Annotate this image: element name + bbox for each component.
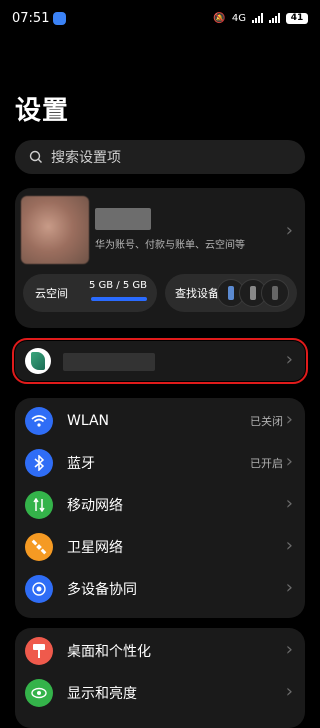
chevron-right-icon: › xyxy=(285,639,293,660)
search-input[interactable]: 搜索设置项 xyxy=(15,140,305,174)
mute-icon: 🔕 xyxy=(213,12,226,24)
cloud-label: 云空间 xyxy=(35,287,68,300)
app-shortcut-row[interactable]: › xyxy=(12,338,308,384)
avatar[interactable] xyxy=(21,196,89,264)
chevron-right-icon: › xyxy=(285,681,293,702)
settings-item-display[interactable]: 显示和亮度 › xyxy=(15,672,305,714)
page-title: 设置 xyxy=(15,96,70,126)
cloud-usage-bar xyxy=(91,297,147,301)
network-type: 4G xyxy=(231,12,246,24)
settings-group-display: 桌面和个性化 › 显示和亮度 › xyxy=(15,628,305,728)
settings-item-mobile-network[interactable]: 移动网络 › xyxy=(15,484,305,526)
search-icon xyxy=(29,150,42,163)
multi-device-icon xyxy=(25,575,53,603)
settings-item-label: 卫星网络 xyxy=(67,540,123,556)
settings-item-desktop[interactable]: 桌面和个性化 › xyxy=(15,630,305,672)
bluetooth-icon xyxy=(25,449,53,477)
signal-icon xyxy=(252,13,263,23)
settings-item-label: 蓝牙 xyxy=(67,456,95,472)
find-device-button[interactable]: 查找设备 xyxy=(165,274,297,312)
chevron-right-icon: › xyxy=(285,220,293,241)
chevron-right-icon: › xyxy=(285,349,293,370)
settings-item-multi-device[interactable]: 多设备协同 › xyxy=(15,568,305,610)
message-notification-icon xyxy=(53,11,67,25)
settings-item-bluetooth[interactable]: 蓝牙 已开启 › xyxy=(15,442,305,484)
settings-item-satellite[interactable]: 卫星网络 › xyxy=(15,526,305,568)
settings-item-label: 多设备协同 xyxy=(67,582,137,598)
cloud-storage-button[interactable]: 云空间 5 GB / 5 GB xyxy=(23,274,157,312)
settings-item-label: 移动网络 xyxy=(67,498,123,514)
signal-icon-2 xyxy=(269,13,280,23)
find-device-label: 查找设备 xyxy=(175,287,219,300)
settings-item-label: 显示和亮度 xyxy=(67,686,137,702)
app-name-redacted xyxy=(63,353,155,371)
wifi-icon xyxy=(25,407,53,435)
settings-item-wlan[interactable]: WLAN 已关闭 › xyxy=(15,400,305,442)
settings-item-value: 已关闭 xyxy=(250,415,283,428)
settings-group-connectivity: WLAN 已关闭 › 蓝牙 已开启 › 移动网络 › 卫星网络 › 多设备协同 … xyxy=(15,398,305,618)
satellite-icon xyxy=(25,533,53,561)
account-card[interactable]: 华为账号、付款与账单、云空间等 › 云空间 5 GB / 5 GB 查找设备 xyxy=(15,188,305,328)
account-subtitle: 华为账号、付款与账单、云空间等 xyxy=(95,240,245,251)
app-icon xyxy=(25,348,51,374)
settings-item-label: WLAN xyxy=(67,413,110,429)
settings-item-label: 桌面和个性化 xyxy=(67,644,151,660)
desktop-personalize-icon xyxy=(25,637,53,665)
display-brightness-icon xyxy=(25,679,53,707)
search-placeholder: 搜索设置项 xyxy=(51,150,121,166)
device-earbuds-icon xyxy=(261,279,289,307)
chevron-right-icon: › xyxy=(285,409,293,430)
status-bar: 07:51 🔕 4G 41 xyxy=(0,0,320,36)
chevron-right-icon: › xyxy=(285,577,293,598)
chevron-right-icon: › xyxy=(285,451,293,472)
chevron-right-icon: › xyxy=(285,493,293,514)
chevron-right-icon: › xyxy=(285,535,293,556)
status-time: 07:51 xyxy=(12,10,50,26)
settings-item-value: 已开启 xyxy=(250,457,283,470)
account-name-redacted xyxy=(95,208,151,230)
cloud-usage: 5 GB / 5 GB xyxy=(88,280,147,291)
battery-icon: 41 xyxy=(286,12,308,24)
mobile-network-icon xyxy=(25,491,53,519)
